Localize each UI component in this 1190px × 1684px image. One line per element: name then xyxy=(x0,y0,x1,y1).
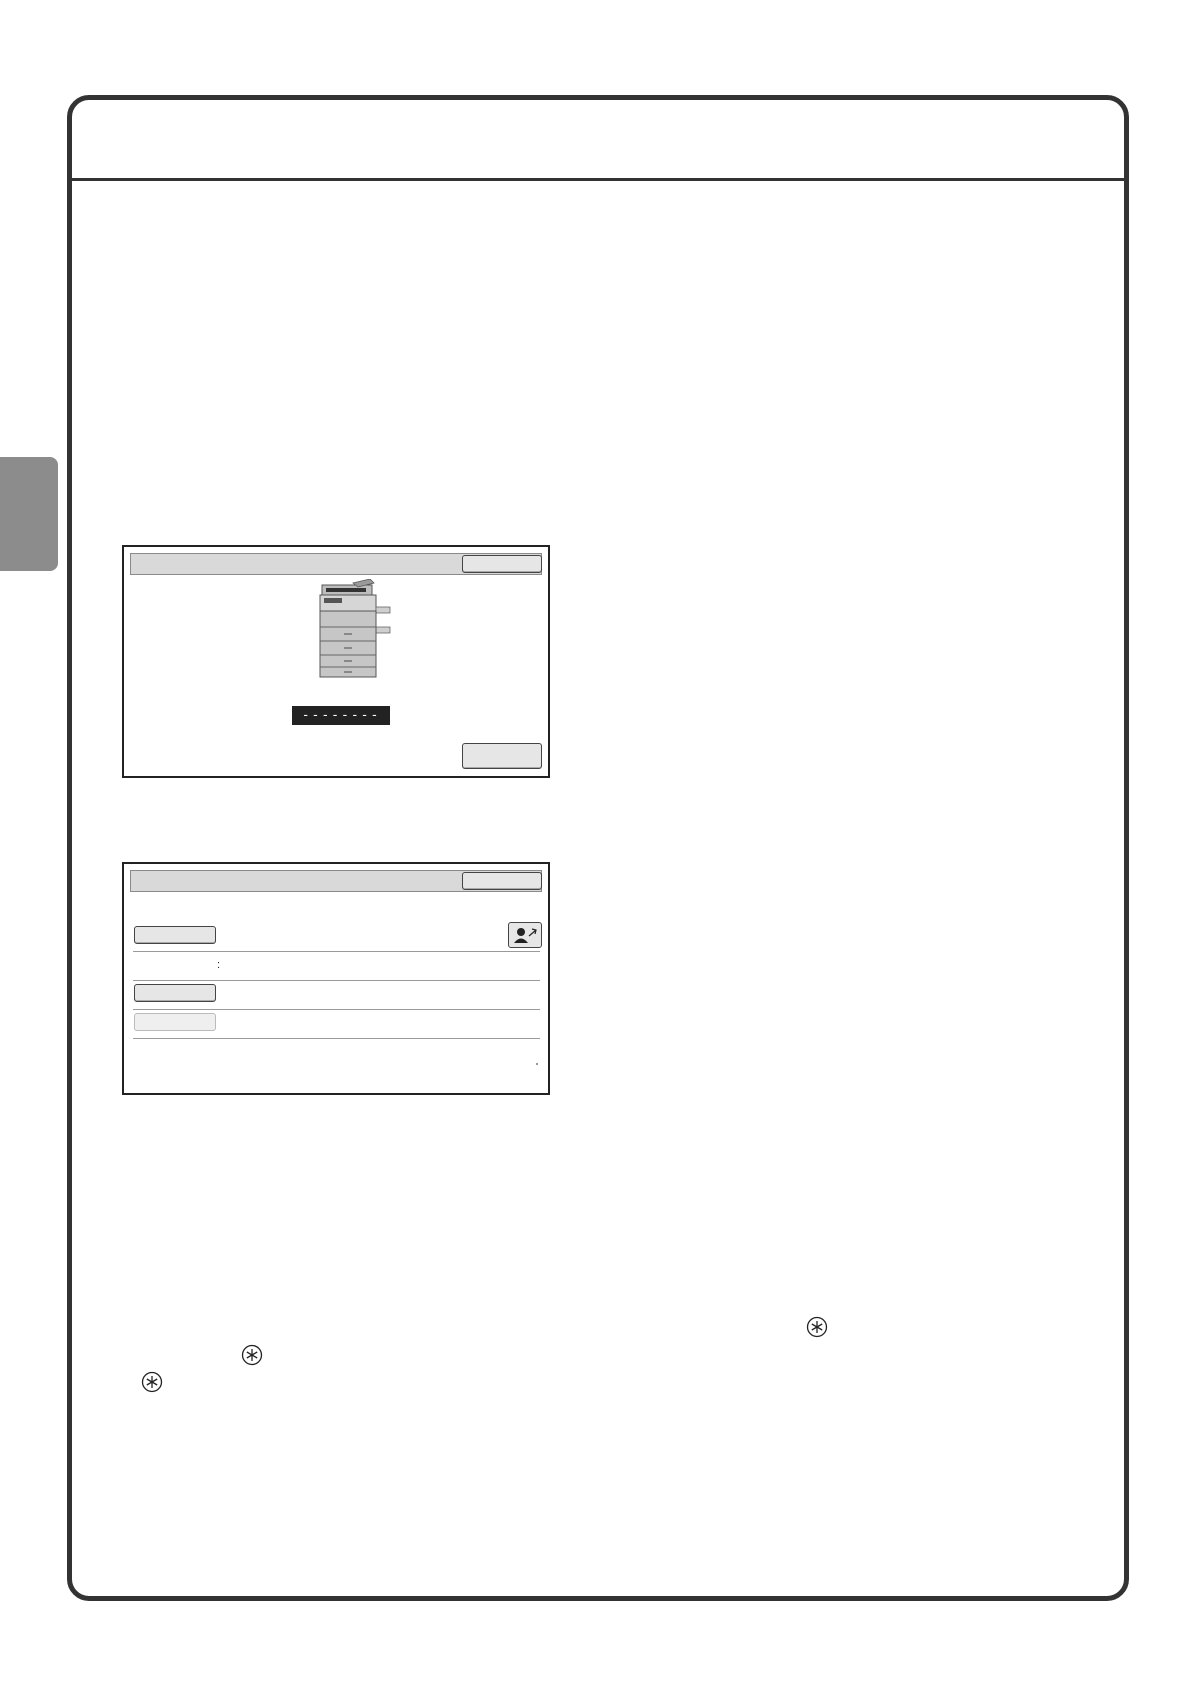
setting-button-2[interactable] xyxy=(134,984,216,1002)
title-bar-button[interactable] xyxy=(462,872,542,890)
star-key-icon xyxy=(141,1371,163,1393)
chapter-tab xyxy=(0,457,58,571)
setting-button-1[interactable] xyxy=(134,926,216,944)
code-display: -------- xyxy=(292,706,390,725)
printer-icon xyxy=(319,579,391,678)
row-divider xyxy=(133,980,540,981)
screen-panel-device: -------- xyxy=(122,545,550,778)
row-divider xyxy=(133,951,540,952)
user-icon xyxy=(514,928,537,943)
screen-panel-settings: : xyxy=(122,862,550,1095)
star-key-icon xyxy=(806,1316,828,1338)
setting-button-3-disabled xyxy=(134,1013,216,1031)
star-key-icon xyxy=(241,1344,263,1366)
header-divider xyxy=(69,178,1127,181)
row-divider xyxy=(133,1009,540,1010)
scroll-marker xyxy=(536,1063,538,1065)
field-separator: : xyxy=(217,959,221,971)
panel-action-button[interactable] xyxy=(462,743,542,769)
title-bar-button[interactable] xyxy=(462,555,542,573)
page-frame xyxy=(67,95,1129,1601)
row-divider xyxy=(133,1038,540,1039)
user-select-button[interactable] xyxy=(508,922,542,948)
